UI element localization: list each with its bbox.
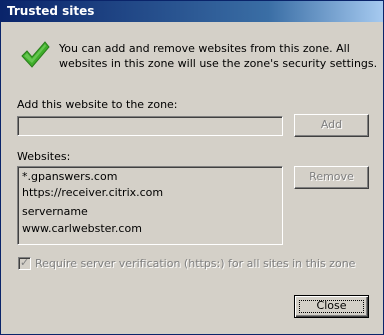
add-website-input[interactable]	[17, 116, 283, 136]
intro-text: You can add and remove websites from thi…	[59, 42, 378, 70]
remove-button[interactable]: Remove	[294, 166, 369, 189]
trusted-sites-dialog: Trusted sites You can add and remove web…	[0, 0, 384, 335]
add-website-label-text: Add this website to the zone:	[17, 98, 178, 111]
require-verification-label: Require server verification (https:) for…	[35, 257, 356, 270]
require-verification-checkbox[interactable]: ✓	[18, 256, 31, 270]
list-item[interactable]: *.gpanswers.com	[22, 170, 117, 184]
checkmark-icon	[21, 41, 50, 68]
add-website-label: Add this website to the zone:	[17, 98, 178, 111]
list-item[interactable]: servername	[22, 205, 88, 219]
close-button[interactable]: Close	[294, 295, 369, 318]
list-item[interactable]: https://receiver.citrix.com	[22, 186, 163, 200]
list-item[interactable]: www.carlwebster.com	[22, 222, 142, 236]
dialog-title: Trusted sites	[7, 4, 95, 18]
websites-label: Websites:	[17, 150, 71, 163]
title-bar[interactable]: Trusted sites	[1, 1, 383, 22]
add-button[interactable]: Add	[294, 114, 369, 137]
checkbox-checkmark-icon: ✓	[20, 256, 30, 269]
websites-list[interactable]: *.gpanswers.com https://receiver.citrix.…	[17, 166, 283, 245]
close-button-label: Close	[316, 299, 347, 312]
